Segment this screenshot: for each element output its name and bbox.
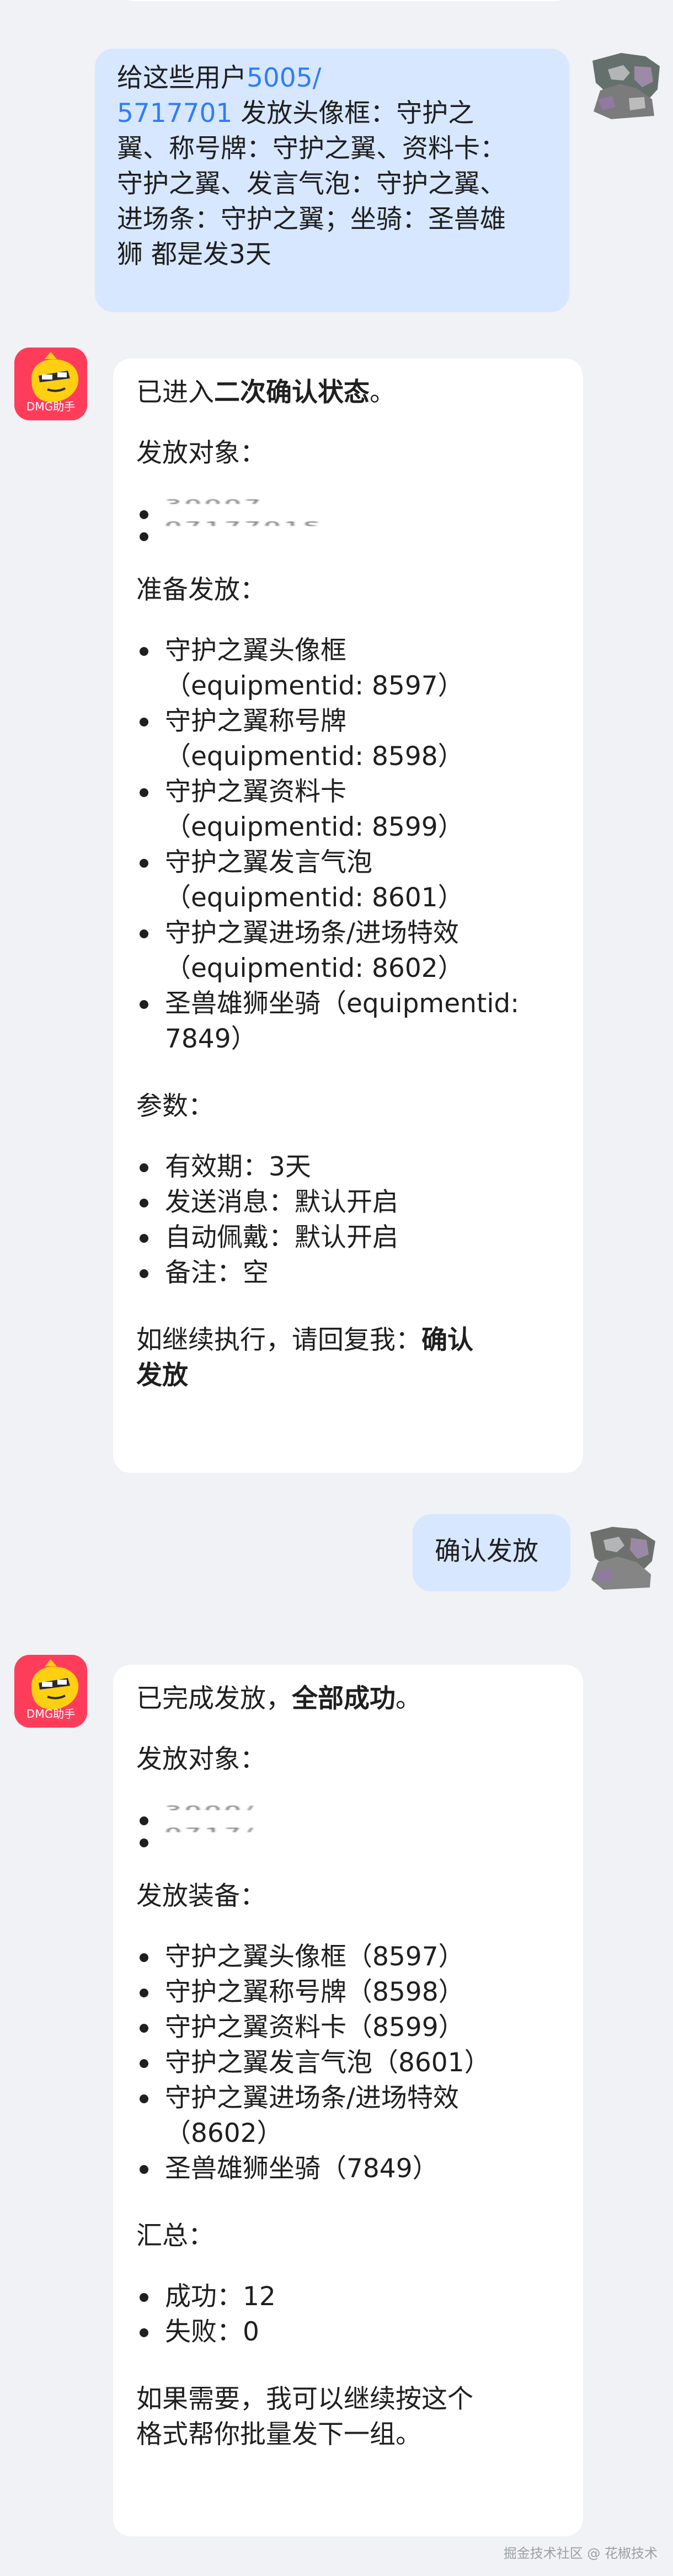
- confirmation-keyword: 确认: [421, 1325, 473, 1355]
- equipment-item: 守护之翼进场条/进场特效 （equipmentid: 8602）: [136, 916, 561, 986]
- watermark-text: 掘金技术社区 @ 花椒技术: [503, 2546, 658, 2561]
- params-list: 有效期：3天 发送消息：默认开启 自动佩戴：默认开启 备注：空: [136, 1150, 561, 1291]
- confirmation-intro: 已进入二次确认状态。: [136, 375, 561, 410]
- prepare-list: 守护之翼头像框 （equipmentid: 8597） 守护之翼称号牌 （equ…: [136, 633, 561, 1057]
- equipment-id: （equipmentid: 8598）: [165, 741, 464, 772]
- redacted-target-id: 3000/: [165, 1803, 256, 1810]
- equipment-id: 7849）: [165, 1024, 257, 1054]
- confirmation-status-strong: 二次确认状态: [214, 377, 370, 408]
- equipment-item: 守护之翼发言气泡 （equipmentid: 8601）: [136, 845, 561, 916]
- target-item: 30007: [136, 496, 561, 519]
- result-equipment-name: 守护之翼进场条/进场特效: [165, 2083, 459, 2113]
- equipment-id: （equipmentid: 8597）: [165, 671, 464, 701]
- redacted-user-id: 5005/: [247, 63, 322, 93]
- result-equipment-item: 守护之翼头像框（8597）: [136, 1939, 561, 1975]
- user-avatar-image: [589, 51, 662, 124]
- result-equipment-item: 守护之翼资料卡（8599）: [136, 2010, 561, 2045]
- confirmation-instruction: 如继续执行，请回复我：确认: [136, 1323, 561, 1358]
- result-intro-prefix: 已完成发放，: [136, 1684, 292, 1714]
- dmg-assistant-avatar-icon[interactable]: DMG助手: [14, 348, 87, 420]
- equipment-item: 守护之翼称号牌 （equipmentid: 8598）: [136, 704, 561, 774]
- user-message-line: 狮 都是发3天: [117, 239, 271, 270]
- result-intro-suffix: 。: [396, 1684, 421, 1714]
- confirmation-intro-prefix: 已进入: [136, 377, 214, 408]
- param-item: 备注：空: [136, 1255, 561, 1291]
- equipment-item: 守护之翼头像框 （equipmentid: 8597）: [136, 633, 561, 704]
- param-item: 自动佩戴：默认开启: [136, 1220, 561, 1255]
- assistant-result-card: 已完成发放，全部成功。 发放对象： 3000/ 0717/ 发放装备： 守护之翼…: [113, 1665, 583, 2536]
- equipment-item: 守护之翼资料卡 （equipmentid: 8599）: [136, 774, 561, 845]
- result-equipment-item: 守护之翼称号牌（8598）: [136, 1975, 561, 2010]
- target-item: 3000/: [136, 1803, 561, 1825]
- equipment-id: （equipmentid: 8602）: [165, 953, 464, 984]
- equipment-id: （equipmentid: 8599）: [165, 812, 464, 842]
- user-message-line: 守护之翼、发言气泡：守护之翼、: [117, 169, 506, 199]
- user-message-line: 翼、称号牌：守护之翼、资料卡：: [117, 133, 506, 164]
- confirmation-intro-suffix: 。: [370, 377, 396, 408]
- previous-bot-card-remnant: [116, 0, 574, 1]
- dmg-assistant-avatar-icon[interactable]: DMG助手: [14, 1655, 87, 1728]
- summary-list: 成功：12 失败：0: [136, 2279, 561, 2350]
- equipment-name: 守护之翼发言气泡: [165, 847, 372, 878]
- params-heading: 参数：: [136, 1091, 214, 1121]
- confirmation-keyword-continuation: 发放: [136, 1360, 188, 1391]
- user-avatar-icon[interactable]: [586, 1521, 659, 1594]
- user-message-grant-request: 给这些用户5005/ 5717701 发放头像框：守护之 翼、称号牌：守护之翼、…: [95, 49, 569, 312]
- equipment-name: 守护之翼称号牌: [165, 706, 346, 736]
- equipment-name: 守护之翼头像框: [165, 635, 346, 666]
- param-item: 有效期：3天: [136, 1150, 561, 1185]
- result-status-strong: 全部成功: [292, 1684, 396, 1714]
- user-avatar-image: [586, 1521, 659, 1594]
- user-message-text: 发放头像框：守护之: [241, 98, 474, 129]
- confirmation-instruction-prefix: 如继续执行，请回复我：: [136, 1325, 421, 1355]
- equipment-item: 圣兽雄狮坐骑（equipmentid: 7849）: [136, 986, 561, 1057]
- target-item: 0717701S: [136, 519, 561, 541]
- targets-heading: 发放对象：: [136, 438, 266, 468]
- result-equipment-id: （8602）: [165, 2118, 283, 2149]
- result-intro: 已完成发放，全部成功。: [136, 1681, 561, 1717]
- result-targets-heading: 发放对象：: [136, 1744, 266, 1775]
- closing-line: 如果需要，我可以继续按这个: [136, 2384, 473, 2414]
- summary-failure: 失败：0: [136, 2315, 561, 2350]
- redacted-user-id: 5717701: [117, 98, 233, 129]
- result-equipment-item: 守护之翼进场条/进场特效 （8602）: [136, 2081, 561, 2151]
- summary-success: 成功：12: [136, 2279, 561, 2315]
- user-avatar-icon[interactable]: [589, 51, 662, 124]
- prepare-heading: 准备发放：: [136, 575, 266, 605]
- user-message-line: 进场条：守护之翼；坐骑：圣兽雄: [117, 204, 506, 234]
- redacted-target-id: 0717701S: [165, 519, 323, 526]
- redacted-target-id: 30007: [165, 496, 264, 504]
- result-equipment-item: 圣兽雄狮坐骑（7849）: [136, 2151, 561, 2187]
- equipment-name: 守护之翼进场条/进场特效: [165, 918, 459, 948]
- assistant-avatar-label: DMG助手: [26, 1707, 76, 1720]
- result-items-list: 守护之翼头像框（8597） 守护之翼称号牌（8598） 守护之翼资料卡（8599…: [136, 1939, 561, 2187]
- assistant-confirmation-card: 已进入二次确认状态。 发放对象： 30007 0717701S 准备发放： 守护…: [113, 359, 583, 1473]
- equipment-name: 圣兽雄狮坐骑（equipmentid:: [165, 988, 520, 1019]
- summary-heading: 汇总：: [136, 2221, 214, 2251]
- user-message-text: 给这些用户: [117, 63, 247, 93]
- targets-list: 30007 0717701S: [136, 496, 561, 541]
- result-items-heading: 发放装备：: [136, 1881, 266, 1911]
- target-item: 0717/: [136, 1825, 561, 1847]
- result-equipment-item: 守护之翼发言气泡（8601）: [136, 2045, 561, 2081]
- redacted-target-id: 0717/: [165, 1825, 256, 1832]
- assistant-avatar-label: DMG助手: [26, 400, 76, 413]
- user-message-confirm: 确认发放: [413, 1514, 570, 1591]
- equipment-id: （equipmentid: 8601）: [165, 883, 464, 913]
- closing-line: 格式帮你批量发下一组。: [136, 2419, 421, 2450]
- result-targets-list: 3000/ 0717/: [136, 1803, 561, 1847]
- equipment-name: 守护之翼资料卡: [165, 777, 346, 807]
- param-item: 发送消息：默认开启: [136, 1185, 561, 1220]
